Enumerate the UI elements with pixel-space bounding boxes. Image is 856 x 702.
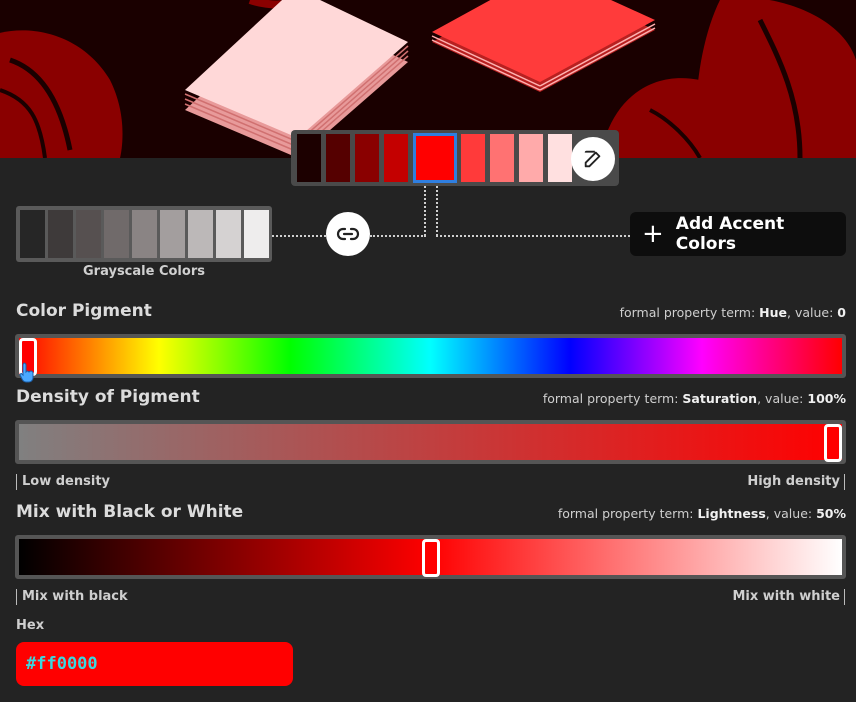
lightness-low-tick xyxy=(16,589,17,605)
add-accent-colors-label: Add Accent Colors xyxy=(675,214,785,254)
edit-palette-button[interactable] xyxy=(571,137,615,181)
saturation-low-label: Low density xyxy=(22,474,111,489)
connector-to-grayscale xyxy=(272,235,326,237)
hue-term: formal property term: Hue, value: 0 xyxy=(620,305,846,320)
palette-swatch[interactable] xyxy=(326,134,350,182)
saturation-value: 100% xyxy=(807,391,846,406)
plus-icon: + xyxy=(642,219,664,249)
saturation-value-sep: , value: xyxy=(757,391,808,406)
saturation-term-name: Saturation xyxy=(682,391,758,406)
grayscale-swatch[interactable] xyxy=(188,210,213,258)
palette-swatch[interactable] xyxy=(297,134,321,182)
lightness-term-name: Lightness xyxy=(697,506,766,521)
grayscale-swatch[interactable] xyxy=(216,210,241,258)
palette-swatch[interactable] xyxy=(355,134,379,182)
lightness-value: 50% xyxy=(816,506,846,521)
hue-term-name: Hue xyxy=(759,305,788,320)
lightness-slider[interactable] xyxy=(15,535,846,579)
grayscale-palette xyxy=(16,206,272,262)
connector-vertical-2 xyxy=(436,186,438,236)
connector-to-link xyxy=(370,235,426,237)
add-accent-colors-button[interactable]: + Add Accent Colors xyxy=(630,212,846,256)
saturation-title: Density of Pigment xyxy=(16,387,200,407)
saturation-high-label: High density xyxy=(747,474,840,489)
grayscale-swatch[interactable] xyxy=(76,210,101,258)
hue-title: Color Pigment xyxy=(16,301,152,321)
link-grayscale-button[interactable] xyxy=(326,212,370,256)
hue-value: 0 xyxy=(837,305,846,320)
lightness-low-label: Mix with black xyxy=(22,589,128,604)
grayscale-swatch[interactable] xyxy=(48,210,73,258)
lightness-high-label: Mix with white xyxy=(732,589,840,604)
palette-swatch[interactable] xyxy=(384,134,408,182)
edit-icon xyxy=(584,150,601,168)
lightness-title: Mix with Black or White xyxy=(16,502,244,522)
saturation-term: formal property term: Saturation, value:… xyxy=(543,391,846,406)
saturation-low-tick xyxy=(16,474,17,490)
lightness-slider-thumb[interactable] xyxy=(422,539,440,577)
link-icon xyxy=(336,227,360,241)
hex-input[interactable] xyxy=(16,642,293,686)
grayscale-swatch[interactable] xyxy=(160,210,185,258)
saturation-slider-thumb[interactable] xyxy=(824,424,842,462)
lightness-high-tick xyxy=(844,589,845,605)
grayscale-swatch[interactable] xyxy=(132,210,157,258)
palette-swatch[interactable] xyxy=(461,134,485,182)
palette-strip xyxy=(291,130,619,186)
hue-value-sep: , value: xyxy=(787,305,838,320)
hand-pointer-icon xyxy=(19,362,34,383)
connector-vertical-1 xyxy=(424,186,426,236)
grayscale-swatch[interactable] xyxy=(20,210,45,258)
saturation-slider[interactable] xyxy=(15,420,846,464)
palette-swatch[interactable] xyxy=(548,134,572,182)
grayscale-swatch[interactable] xyxy=(104,210,129,258)
hue-term-prefix: formal property term: xyxy=(619,305,760,320)
hue-slider[interactable] xyxy=(15,334,846,378)
connector-to-accent xyxy=(436,235,630,237)
palette-swatch[interactable] xyxy=(519,134,543,182)
saturation-term-prefix: formal property term: xyxy=(542,391,683,406)
grayscale-swatch[interactable] xyxy=(244,210,269,258)
palette-swatch[interactable] xyxy=(490,134,514,182)
palette-swatch[interactable] xyxy=(413,133,457,183)
saturation-high-tick xyxy=(844,474,845,490)
lightness-value-sep: , value: xyxy=(765,506,817,521)
lightness-term-prefix: formal property term: xyxy=(557,506,698,521)
hex-label: Hex xyxy=(16,618,45,633)
grayscale-label: Grayscale Colors xyxy=(83,264,205,279)
lightness-term: formal property term: Lightness, value: … xyxy=(558,506,846,521)
